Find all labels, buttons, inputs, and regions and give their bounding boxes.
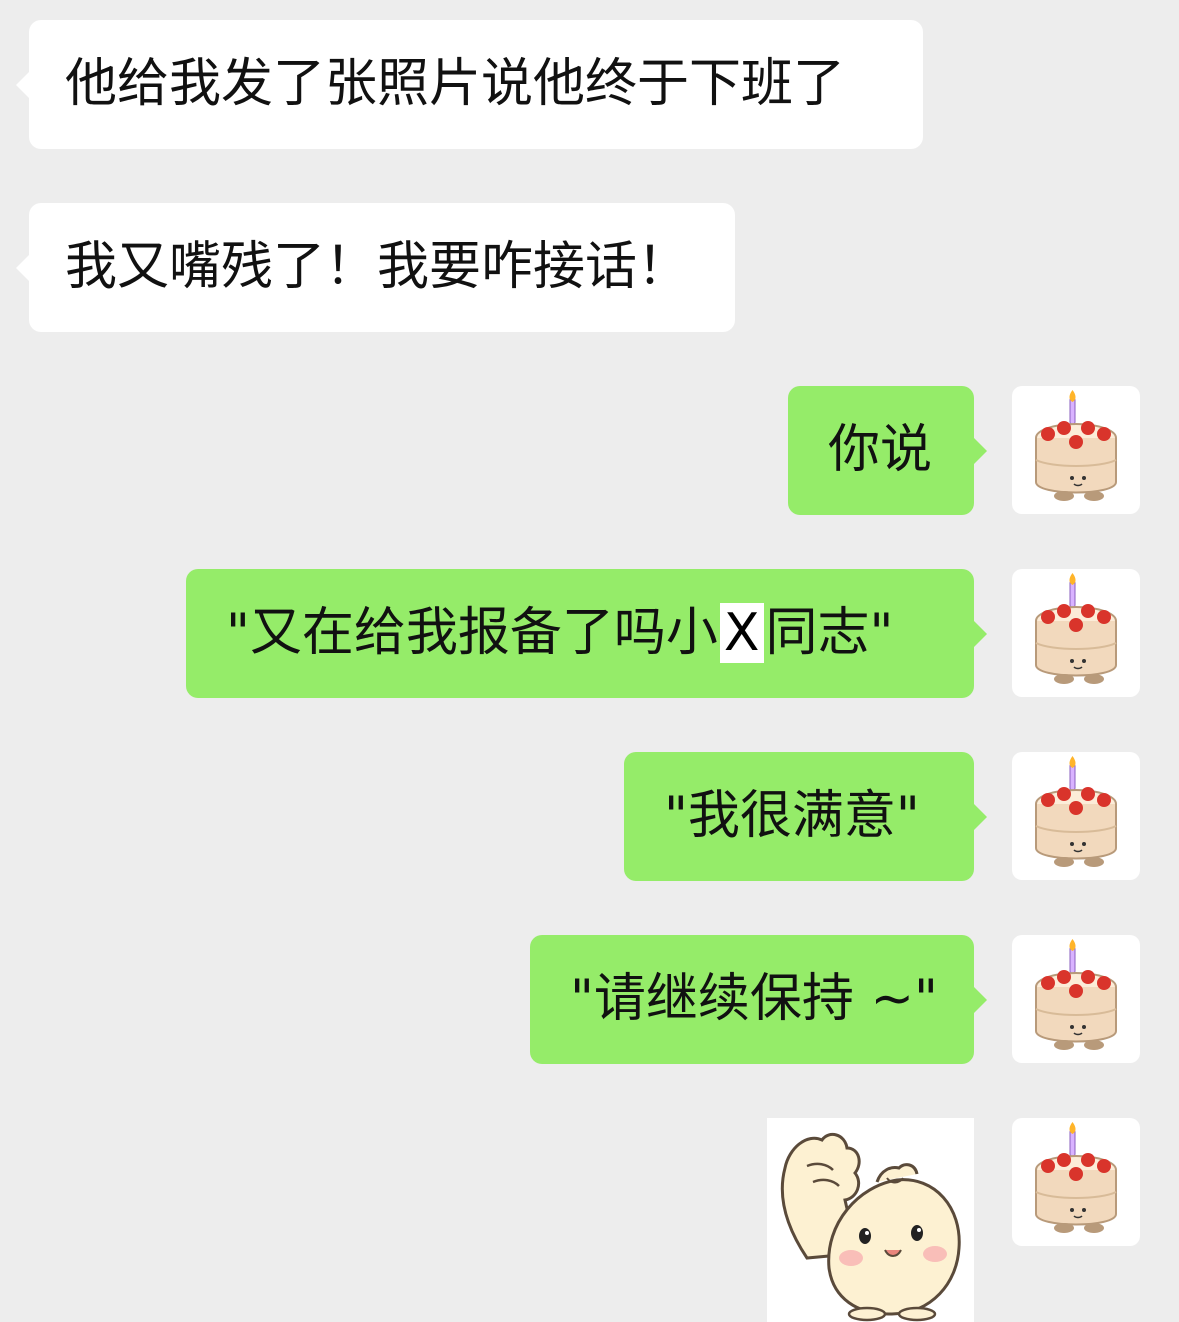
censored-name: X — [719, 603, 764, 663]
birthday-cake-icon — [1035, 573, 1117, 684]
bubble-tail — [973, 619, 987, 648]
message-text: "又在给我报备了吗小 X 同志" — [226, 603, 934, 663]
outgoing-message-bubble[interactable]: "又在给我报备了吗小 X 同志" — [186, 569, 987, 698]
birthday-cake-icon — [1035, 939, 1117, 1050]
message-text: 他给我发了张照片说他终于下班了 — [65, 54, 846, 114]
incoming-message-bubble[interactable]: 我又嘴残了！我要咋接话！ — [16, 203, 735, 332]
dumpling-sticker-image — [780, 1132, 961, 1322]
outgoing-message-bubble[interactable]: "请继续保持 ~" — [530, 935, 987, 1064]
birthday-cake-avatar[interactable] — [1012, 935, 1140, 1063]
outgoing-message-bubble[interactable]: "我很满意" — [624, 752, 987, 881]
message-text: "我很满意" — [664, 786, 920, 846]
birthday-cake-avatar[interactable] — [1012, 752, 1140, 880]
birthday-cake-icon — [1035, 756, 1117, 867]
bubble-tail — [16, 70, 30, 99]
bubble-tail — [973, 802, 987, 831]
outgoing-message-bubble[interactable]: 你说 — [788, 386, 987, 515]
birthday-cake-avatar[interactable] — [1012, 386, 1140, 514]
message-text: "请继续保持 ~" — [570, 969, 938, 1029]
bubble-tail — [973, 985, 987, 1014]
birthday-cake-avatar[interactable] — [1012, 1118, 1140, 1246]
bubble-tail — [16, 253, 30, 282]
dumpling-thumbs-up-sticker[interactable] — [767, 1118, 974, 1322]
birthday-cake-icon — [1035, 1122, 1117, 1233]
bubble-tail — [973, 436, 987, 465]
message-text: 你说 — [828, 420, 933, 480]
incoming-message-bubble[interactable]: 他给我发了张照片说他终于下班了 — [16, 20, 923, 149]
message-text-part: 同志" — [765, 603, 894, 663]
message-text-part: "又在给我报备了吗小 — [226, 603, 718, 663]
birthday-cake-avatar[interactable] — [1012, 569, 1140, 697]
birthday-cake-icon — [1035, 390, 1117, 501]
message-text: 我又嘴残了！我要咋接话！ — [65, 237, 690, 297]
